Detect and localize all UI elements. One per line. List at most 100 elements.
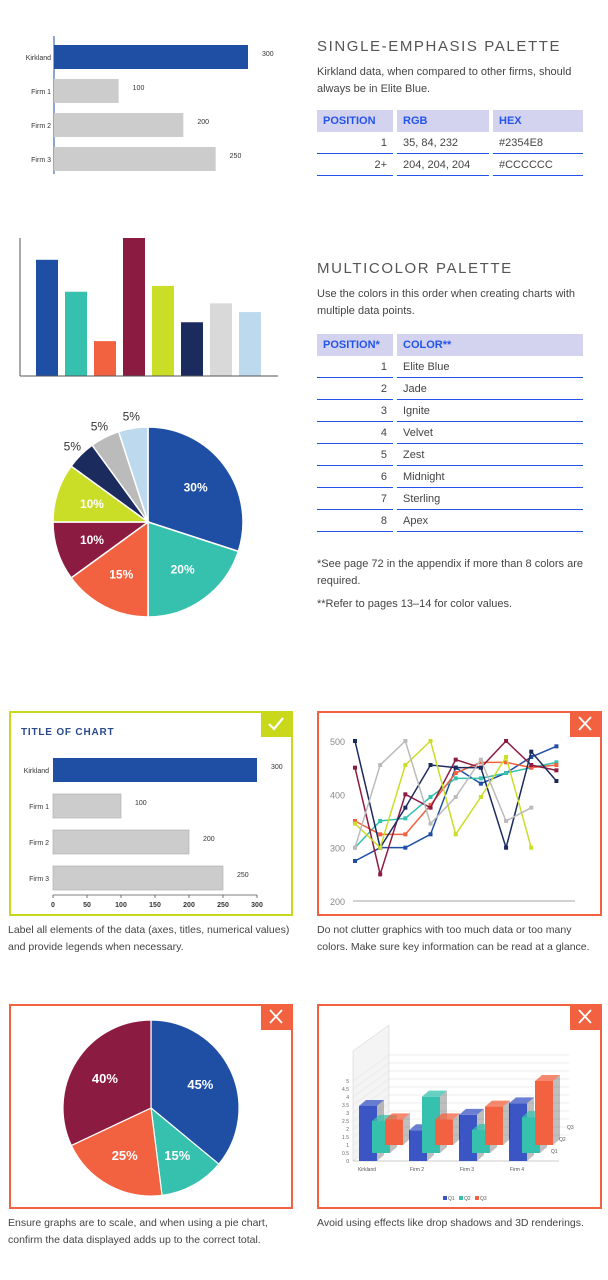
y-tick-label: 500: [330, 737, 345, 747]
data-point: [403, 805, 408, 810]
data-point: [353, 739, 357, 743]
bar: [152, 285, 174, 376]
category-label: Firm 3: [31, 157, 51, 164]
data-point: [478, 757, 483, 762]
close-icon: [578, 1009, 592, 1024]
table-row: 6 Midnight: [317, 465, 583, 488]
category-label: Firm 1: [31, 89, 51, 96]
multicolor-title: MULTICOLOR PALETTE: [317, 260, 513, 277]
data-point: [554, 744, 559, 749]
category-label: Kirkland: [26, 55, 51, 62]
data-point: [554, 763, 559, 767]
bar-side: [553, 1075, 560, 1145]
bar-front: [535, 1081, 553, 1145]
hex-cell: #CCCCCC: [493, 153, 583, 176]
position-cell: 7: [317, 487, 393, 510]
position-cell: 8: [317, 509, 393, 532]
data-point: [353, 821, 357, 826]
bad-example-pie-panel: 45% 15% 25% 40%: [9, 1004, 293, 1209]
footnote-color-values: **Refer to pages 13–14 for color values.: [317, 598, 513, 610]
table-row: 8 Apex: [317, 509, 583, 532]
data-label: 200: [203, 836, 215, 843]
bad-example-3d-panel: 0 0.5 1 1.5 2 2.5 3 3.5 4 4.5 5 Kirkland Firm 2 Firm …: [317, 1004, 602, 1209]
slice-label: 15%: [109, 567, 133, 581]
legend-label: Q1: [448, 1196, 455, 1202]
data-point: [378, 872, 383, 877]
category-label: Firm 3: [29, 876, 49, 883]
single-emphasis-bar-chart: Kirkland 300 Firm 1 100 Firm 2 200 Firm 3 250: [26, 36, 274, 174]
position-cell: 3: [317, 399, 393, 422]
single-emphasis-table: POSITION RGB HEX 1 35, 84, 232 #2354E8 2…: [317, 110, 583, 176]
table-row: 4 Velvet: [317, 421, 583, 444]
caption-avoid-effects: Avoid using effects like drop shadows an…: [317, 1217, 584, 1229]
bar: [36, 259, 58, 376]
x-tick-label: 150: [149, 902, 161, 909]
multicolor-description: Use the colors in this order when creati…: [317, 288, 576, 317]
data-point: [453, 795, 458, 799]
position-cell: 5: [317, 443, 393, 466]
bar: [210, 303, 232, 376]
category-label: Firm 2: [410, 1167, 424, 1173]
data-point: [478, 795, 483, 799]
data-point: [529, 805, 534, 810]
bar: [54, 147, 216, 171]
cross-badge: [261, 1004, 291, 1030]
caption-do-not-clutter: Do not clutter graphics with too much da…: [317, 924, 590, 953]
data-label: 300: [271, 764, 283, 771]
data-point: [504, 845, 509, 850]
data-point: [453, 771, 458, 775]
slice-label: 5%: [123, 409, 141, 423]
slice-label: 10%: [80, 533, 104, 547]
y-tick-label: 3: [346, 1111, 349, 1117]
legend-swatch: [475, 1196, 479, 1200]
x-tick-label: 300: [251, 902, 263, 909]
close-icon: [269, 1009, 283, 1024]
data-point: [504, 739, 509, 743]
y-tick-label: 1: [346, 1143, 349, 1149]
data-point: [403, 845, 408, 850]
slice-label: 40%: [92, 1071, 118, 1086]
data-label: 200: [197, 119, 209, 126]
bar: [54, 79, 119, 103]
table-row: 3 Ignite: [317, 399, 583, 422]
multicolor-bar-chart-wrap: [14, 234, 284, 380]
depth-label: Q2: [559, 1137, 566, 1143]
x-tick-label: 50: [83, 902, 91, 909]
bar: [52, 793, 122, 819]
data-label: 300: [262, 51, 274, 58]
data-point: [353, 765, 357, 770]
position-cell: 4: [317, 421, 393, 444]
y-tick-label: 1.5: [342, 1135, 349, 1141]
hex-cell: #2354E8: [493, 132, 583, 154]
chart-title: TITLE OF CHART: [21, 727, 114, 738]
category-label: Kirkland: [358, 1167, 376, 1173]
y-tick-label: 200: [330, 897, 345, 907]
color-name-cell: Midnight: [397, 465, 583, 488]
bar-front: [485, 1106, 503, 1145]
table-header-rgb: RGB: [397, 110, 489, 132]
data-label: 250: [237, 872, 249, 879]
multicolor-bar-chart: [19, 238, 278, 377]
y-tick-label: 4.5: [342, 1087, 349, 1093]
category-label: Kirkland: [24, 768, 49, 775]
bar: [54, 45, 248, 69]
y-tick-label: 2.5: [342, 1119, 349, 1125]
labeled-bar-chart: TITLE OF CHART Kirkland 300 Firm 1 100 Firm 2…: [21, 727, 283, 909]
data-point: [353, 845, 357, 850]
y-tick-label: 400: [330, 790, 345, 800]
caption-ensure-scale: Ensure graphs are to scale, and when usi…: [8, 1217, 268, 1246]
data-point: [453, 765, 458, 770]
slice-label: 15%: [164, 1148, 190, 1163]
data-point: [504, 819, 509, 823]
data-point: [403, 816, 408, 821]
data-point: [428, 821, 433, 826]
check-icon: [268, 717, 284, 731]
data-point: [428, 795, 433, 799]
data-point: [478, 781, 483, 786]
bar: [52, 829, 190, 855]
rgb-cell: 204, 204, 204: [397, 153, 489, 176]
depth-label: Q1: [551, 1149, 558, 1155]
data-point: [353, 859, 357, 863]
table-header-hex: HEX: [493, 110, 583, 132]
color-name-cell: Jade: [397, 377, 583, 400]
